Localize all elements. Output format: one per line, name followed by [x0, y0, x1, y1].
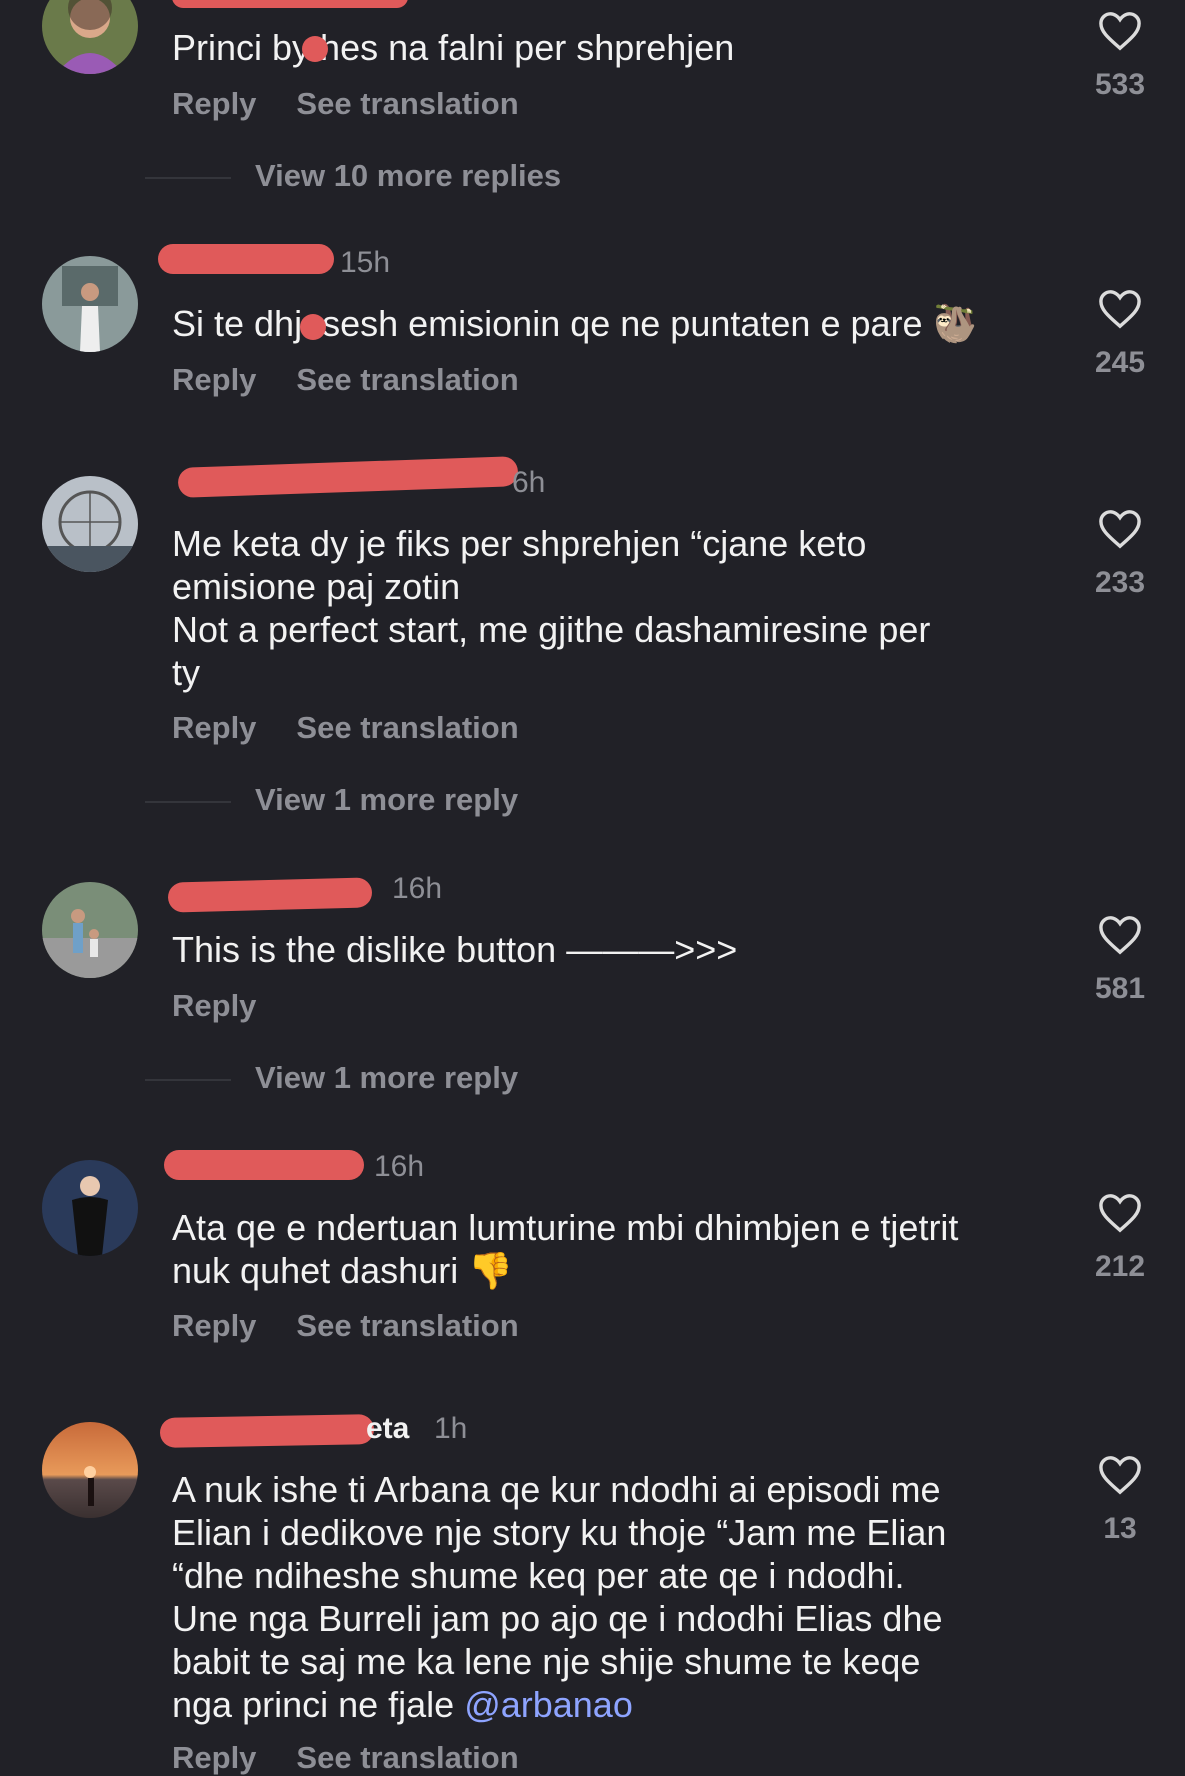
- view-more-label[interactable]: View 1 more reply: [255, 1060, 518, 1095]
- see-translation-button[interactable]: See translation: [296, 362, 518, 397]
- redaction-dot: [302, 36, 328, 62]
- see-translation-button[interactable]: See translation: [296, 710, 518, 745]
- comment-actions: Reply See translation: [172, 710, 559, 746]
- comment-actions: Reply See translation: [172, 362, 559, 398]
- like-count: 13: [1103, 1512, 1137, 1545]
- reply-button[interactable]: Reply: [172, 86, 256, 121]
- like-count: 581: [1094, 972, 1146, 1005]
- reply-button[interactable]: Reply: [172, 710, 256, 745]
- avatar[interactable]: [42, 0, 138, 74]
- like-control[interactable]: 233: [1092, 508, 1148, 600]
- like-control[interactable]: 13: [1092, 1454, 1148, 1546]
- thread-line: [145, 800, 231, 803]
- see-translation-button[interactable]: See translation: [296, 1308, 518, 1343]
- like-control[interactable]: 581: [1092, 914, 1148, 1006]
- comment-actions: Reply See translation: [172, 86, 559, 122]
- view-more-label[interactable]: View 10 more replies: [255, 158, 561, 193]
- comment-text: A nuk ishe ti Arbana qe kur ndodhi ai ep…: [172, 1468, 1052, 1726]
- like-control[interactable]: 212: [1092, 1192, 1148, 1284]
- heart-icon[interactable]: [1097, 1454, 1143, 1496]
- timestamp: 1h: [434, 1412, 468, 1445]
- avatar[interactable]: [42, 1422, 138, 1518]
- comment-text: Ata qe e ndertuan lumturine mbi dhimbjen…: [172, 1206, 1052, 1292]
- timestamp: 16h: [374, 1150, 425, 1183]
- view-more-replies[interactable]: View 1 more reply: [145, 1060, 518, 1096]
- like-count: 212: [1094, 1250, 1146, 1283]
- view-more-replies[interactable]: View 10 more replies: [145, 158, 561, 194]
- reply-button[interactable]: Reply: [172, 362, 256, 397]
- username-tail: eta: [366, 1412, 410, 1445]
- avatar[interactable]: [42, 256, 138, 352]
- like-count: 533: [1094, 68, 1146, 101]
- comment-actions: Reply See translation: [172, 1740, 559, 1776]
- username-redaction: [177, 456, 519, 498]
- avatar[interactable]: [42, 882, 138, 978]
- heart-icon[interactable]: [1097, 1192, 1143, 1234]
- heart-icon[interactable]: [1097, 914, 1143, 956]
- see-translation-button[interactable]: See translation: [296, 86, 518, 121]
- timestamp: 15h: [340, 246, 391, 279]
- comment-actions: Reply: [172, 988, 296, 1024]
- comment-body: Ata qe e ndertuan lumturine mbi dhimbjen…: [172, 1207, 959, 1291]
- thumbs-down-emoji: 👎: [468, 1250, 514, 1291]
- like-control[interactable]: 245: [1092, 288, 1148, 380]
- view-more-label[interactable]: View 1 more reply: [255, 782, 518, 817]
- sloth-emoji: 🦥: [932, 303, 978, 344]
- comment-actions: Reply See translation: [172, 1308, 559, 1344]
- like-count: 245: [1094, 346, 1146, 379]
- view-more-replies[interactable]: View 1 more reply: [145, 782, 518, 818]
- username-redaction: [159, 1414, 375, 1448]
- reply-button[interactable]: Reply: [172, 1308, 256, 1343]
- mention-link[interactable]: @arbanao: [464, 1684, 633, 1725]
- username-redaction: [167, 877, 373, 913]
- redaction-dot: [300, 314, 326, 340]
- comment-text: Me keta dy je fiks per shprehjen “cjane …: [172, 523, 931, 693]
- comment-text: This is the dislike button ———>>>: [172, 929, 738, 970]
- heart-icon[interactable]: [1097, 508, 1143, 550]
- thread-line: [145, 1078, 231, 1081]
- timestamp: 16h: [392, 872, 443, 905]
- heart-icon[interactable]: [1097, 10, 1143, 52]
- timestamp: 6h: [512, 466, 546, 499]
- username-redaction: [164, 1150, 364, 1180]
- avatar[interactable]: [42, 1160, 138, 1256]
- like-control[interactable]: 533: [1092, 10, 1148, 102]
- reply-button[interactable]: Reply: [172, 988, 256, 1023]
- username-redaction: [172, 0, 408, 8]
- like-count: 233: [1094, 566, 1146, 599]
- avatar[interactable]: [42, 476, 138, 572]
- heart-icon[interactable]: [1097, 288, 1143, 330]
- username-redaction: [158, 244, 334, 274]
- comment-body: Si te dhjesesh emisionin qe ne puntaten …: [172, 303, 923, 344]
- thread-line: [145, 176, 231, 179]
